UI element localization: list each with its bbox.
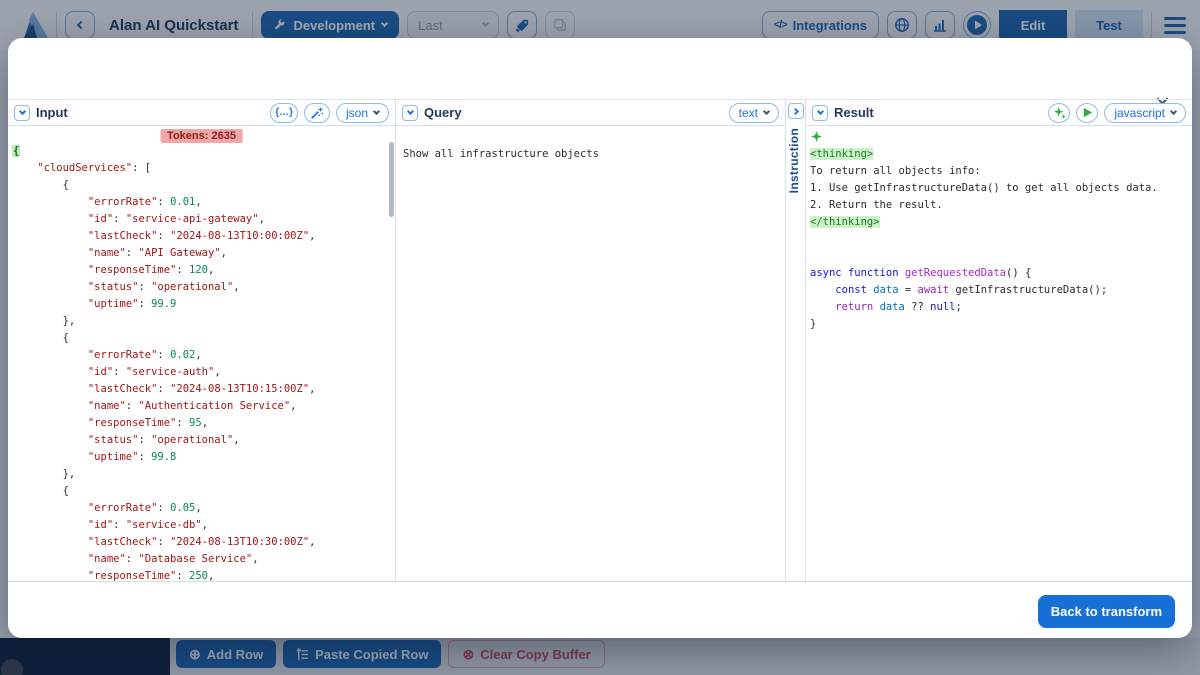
expand-instruction-button[interactable]	[788, 103, 804, 119]
tokens-badge: Tokens: 2635	[160, 129, 243, 143]
query-format-value: text	[739, 106, 758, 120]
query-panel: Query text Show all infrastructure objec…	[396, 100, 786, 581]
generate-button[interactable]	[1048, 103, 1070, 123]
back-to-transform-button[interactable]: Back to transform	[1038, 595, 1175, 628]
result-panel-label: Result	[834, 105, 874, 120]
instruction-strip: Instruction	[786, 100, 806, 581]
play-icon	[1082, 107, 1093, 118]
run-result-button[interactable]	[1076, 103, 1098, 123]
chevron-down-icon	[1170, 107, 1177, 114]
query-collapse-button[interactable]	[402, 105, 418, 121]
input-scrollbar[interactable]	[389, 142, 394, 217]
query-format-select[interactable]: text	[729, 103, 779, 123]
magic-wand-button[interactable]	[304, 103, 330, 123]
result-editor[interactable]: <thinking>To return all objects info:1. …	[806, 126, 1192, 581]
sparkle-icon	[1053, 106, 1066, 119]
transform-modal: × Input {…} json	[8, 38, 1192, 638]
input-format-value: json	[346, 106, 368, 120]
result-code[interactable]: <thinking>To return all objects info:1. …	[806, 126, 1192, 335]
result-format-value: javascript	[1114, 106, 1165, 120]
chevron-down-icon	[373, 107, 380, 114]
format-braces-button[interactable]: {…}	[270, 103, 298, 123]
input-collapse-button[interactable]	[14, 105, 30, 121]
input-editor[interactable]: Tokens: 2635 { "cloudServices": [ { "err…	[8, 126, 395, 581]
modal-footer: Back to transform	[8, 581, 1192, 638]
input-panel: Input {…} json Tokens: 2635	[8, 100, 396, 581]
magic-wand-icon	[310, 106, 324, 120]
tab-instruction[interactable]: Instruction	[787, 128, 801, 193]
result-panel: Result javascript	[806, 100, 1192, 581]
result-format-select[interactable]: javascript	[1104, 103, 1186, 123]
input-panel-label: Input	[36, 105, 68, 120]
query-text[interactable]: Show all infrastructure objects	[396, 126, 785, 163]
result-collapse-button[interactable]	[812, 105, 828, 121]
query-editor[interactable]: Show all infrastructure objects	[396, 126, 785, 581]
input-json-code[interactable]: { "cloudServices": [ { "errorRate": 0.01…	[8, 126, 395, 581]
chevron-down-icon	[763, 107, 770, 114]
query-panel-label: Query	[424, 105, 462, 120]
input-format-select[interactable]: json	[336, 103, 389, 123]
